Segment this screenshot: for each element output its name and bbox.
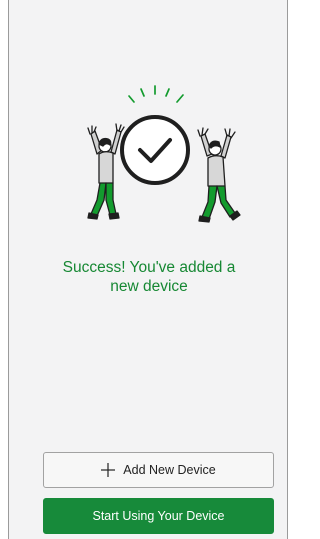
add-new-device-label: Add New Device [123,463,216,477]
add-new-device-button[interactable]: Add New Device [43,452,274,488]
celebration-checkmark-illustration [81,82,241,232]
start-using-device-button[interactable]: Start Using Your Device [43,498,274,534]
success-message-line-1: Success! You've added a [62,259,236,276]
success-message-line-2: new device [110,278,188,295]
success-screen: Success! You've added a new device Add N… [8,0,288,539]
success-message: Success! You've added a new device [9,258,289,296]
start-using-device-label: Start Using Your Device [92,509,225,523]
plus-icon [101,463,116,477]
